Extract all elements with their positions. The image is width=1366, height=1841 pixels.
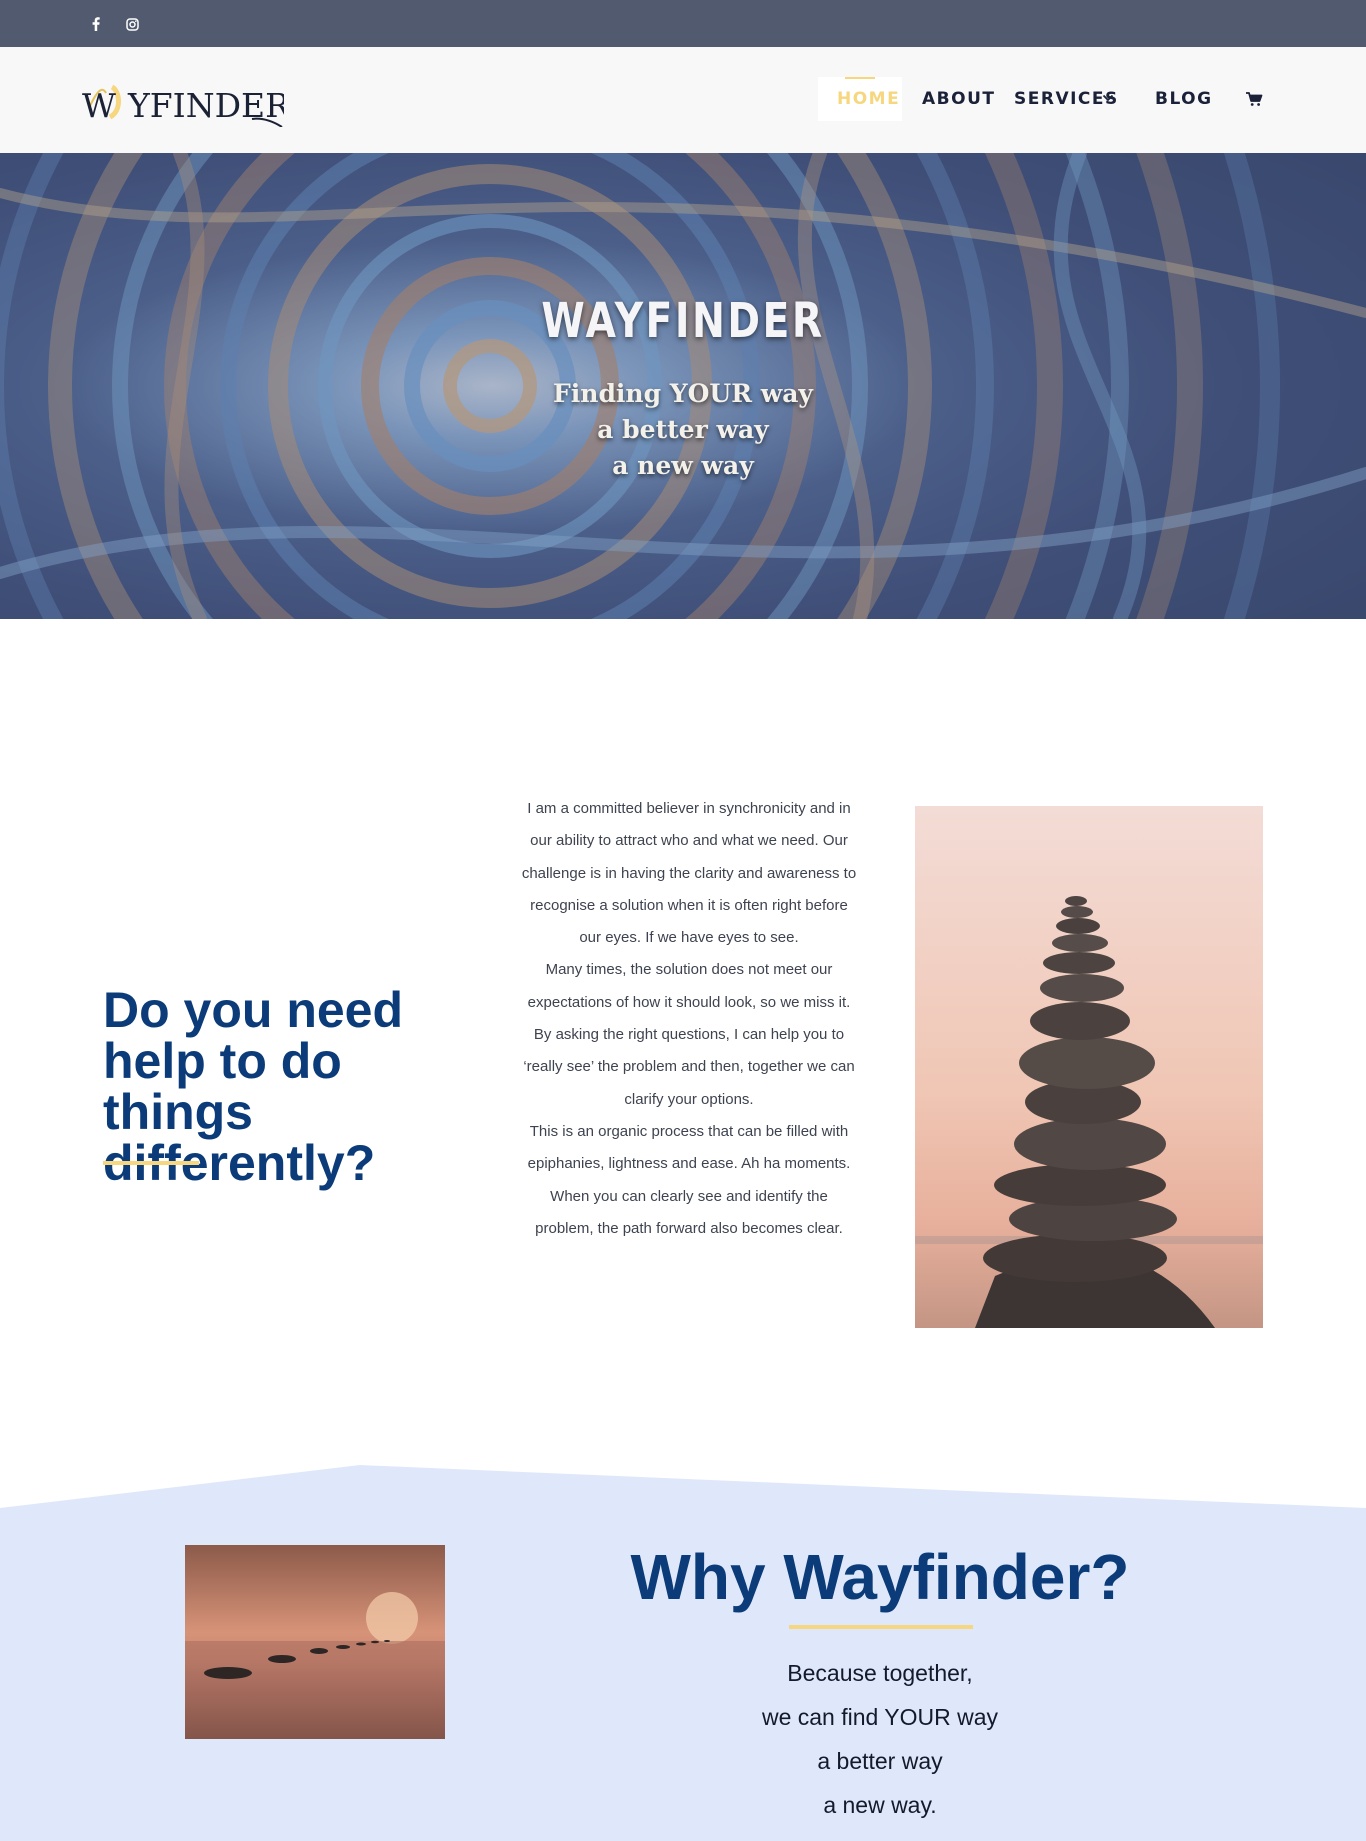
top-social-bar: [0, 0, 1366, 47]
why-heading: Why Wayfinder?: [630, 1541, 1130, 1613]
intro-body-text: I am a committed believer in synchronici…: [521, 793, 857, 1245]
nav-home[interactable]: HOME: [837, 89, 900, 109]
svg-text:W: W: [82, 86, 116, 125]
facebook-icon[interactable]: [88, 16, 104, 32]
intro-paragraph: This is an organic process that can be f…: [527, 1122, 851, 1237]
heading-accent-underline: [103, 1161, 199, 1165]
why-text-line: Because together,: [787, 1660, 973, 1686]
hero-subtitle-line: a better way: [597, 415, 769, 444]
why-accent-underline: [789, 1625, 973, 1629]
chevron-down-icon[interactable]: [1102, 94, 1114, 102]
hero-title: WAYFINDER: [541, 293, 825, 349]
nav-blog[interactable]: BLOG: [1155, 89, 1213, 109]
why-text-line: a better way: [817, 1748, 943, 1774]
stacked-stones-photo: [915, 806, 1263, 1328]
wayfinder-logo[interactable]: W YFINDER: [82, 75, 291, 128]
nav-about[interactable]: ABOUT: [922, 89, 995, 109]
hero-subtitle-line: a new way: [612, 451, 754, 480]
nav-active-indicator: [845, 77, 875, 79]
intro-paragraph: By asking the right questions, I can hel…: [523, 1026, 855, 1108]
hero-subtitle-line: Finding YOUR way: [553, 379, 813, 408]
instagram-icon[interactable]: [124, 16, 140, 32]
intro-paragraph: I am a committed believer in synchronici…: [521, 800, 857, 947]
why-text-line: a new way.: [823, 1792, 937, 1818]
why-text-line: we can find YOUR way: [761, 1704, 999, 1730]
stepping-stones-photo: [185, 1545, 445, 1739]
help-heading-line: help to do things: [103, 1033, 342, 1140]
cart-icon[interactable]: [1245, 91, 1263, 107]
help-heading: Do you need help to do things differentl…: [103, 985, 503, 1189]
intro-paragraph: Many times, the solution does not meet o…: [527, 961, 851, 1011]
help-heading-line: Do you need: [103, 982, 404, 1038]
hero-banner: WAYFINDER Finding YOUR way a better way …: [0, 153, 1366, 619]
